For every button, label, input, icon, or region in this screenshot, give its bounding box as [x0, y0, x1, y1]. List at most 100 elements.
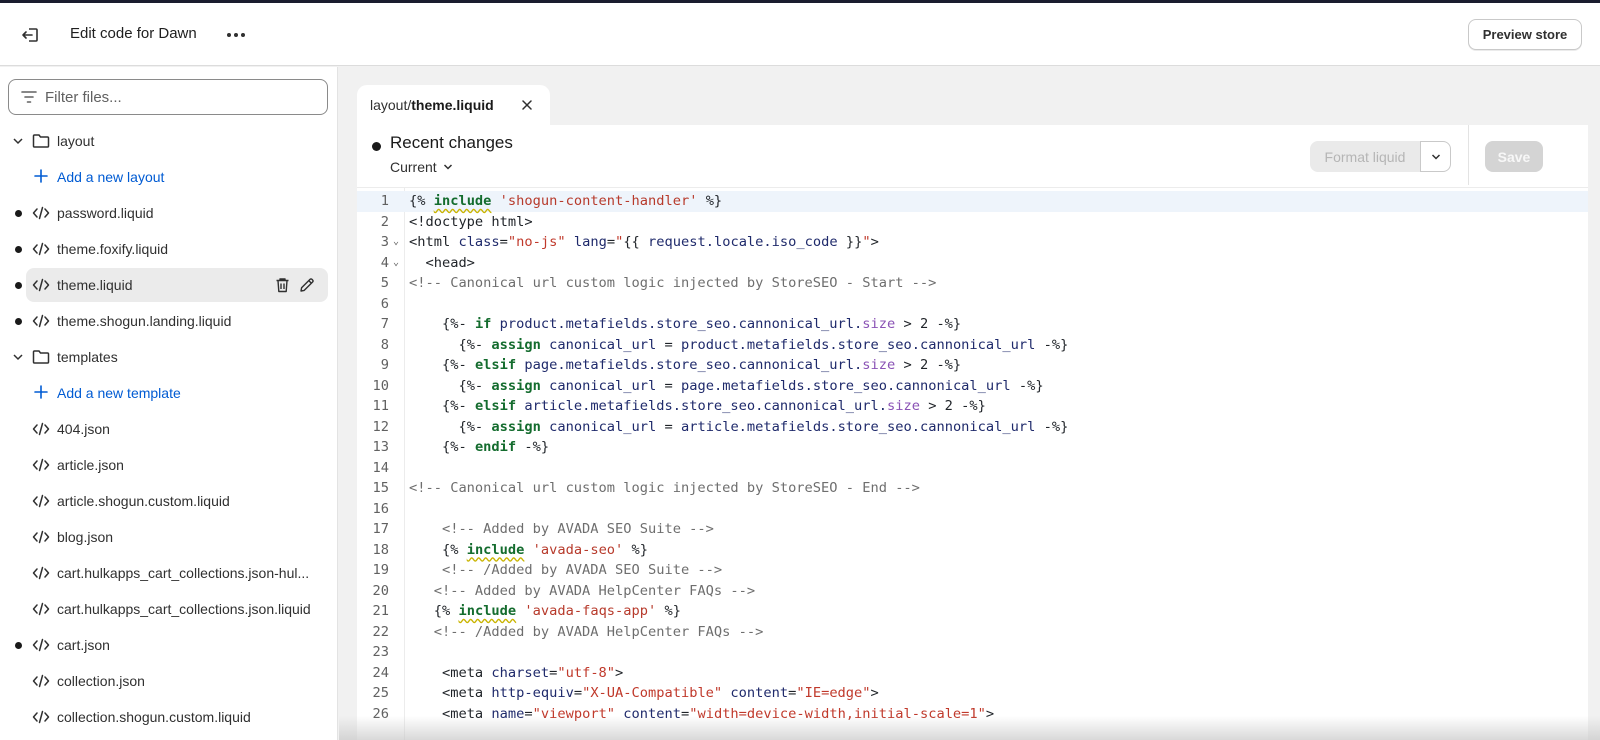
close-tab-button[interactable] — [519, 97, 535, 113]
tab-path-folder: layout/ — [370, 97, 412, 113]
add-new-template-link[interactable]: Add a new template — [0, 375, 337, 411]
line-number: 20 — [372, 582, 389, 599]
header-bar: Edit code for Dawn Preview store — [0, 3, 1600, 66]
exit-icon — [22, 28, 38, 42]
code-line: 24 <meta charset="utf-8"> — [357, 663, 1588, 684]
exit-button[interactable] — [14, 20, 46, 50]
sidebar-item-label: cart.hulkapps_cart_collections.json.liqu… — [57, 601, 311, 617]
unsaved-indicator — [372, 142, 381, 151]
chevron-down-icon — [1431, 153, 1440, 160]
file-item[interactable]: cart.hulkapps_cart_collections.json.liqu… — [0, 591, 337, 627]
code-icon — [32, 206, 50, 220]
code-line: 22 <!-- /Added by AVADA HelpCenter FAQs … — [357, 622, 1588, 643]
delete-file-button[interactable] — [273, 276, 291, 294]
file-item[interactable]: cart.hulkapps_cart_collections.json-hul.… — [0, 555, 337, 591]
fold-chevron-icon[interactable]: ⌄ — [393, 253, 399, 274]
modified-indicator — [15, 282, 22, 289]
file-item[interactable]: collection.json — [0, 663, 337, 699]
code-line: 25 <meta http-equiv="X-UA-Compatible" co… — [357, 683, 1588, 704]
code-text: {% include 'shogun-content-handler' %} — [409, 193, 723, 209]
code-text: <meta charset="utf-8"> — [441, 664, 624, 681]
code-icon — [32, 494, 50, 508]
code-icon — [32, 638, 50, 652]
editor-panel: Recent changes Current Format liquid Sav… — [357, 125, 1588, 740]
code-text: <!-- Canonical url custom logic injected… — [409, 275, 937, 291]
fold-chevron-icon[interactable]: ⌄ — [393, 232, 399, 253]
filter-files-field[interactable] — [8, 79, 328, 115]
format-liquid-button[interactable]: Format liquid — [1310, 141, 1420, 172]
version-selector[interactable]: Current — [390, 159, 453, 175]
code-line: 15 <!-- Canonical url custom logic inject… — [357, 478, 1588, 499]
folder-icon — [32, 134, 50, 148]
code-line: 6 — [357, 294, 1588, 315]
folder-templates[interactable]: templates — [0, 339, 337, 375]
code-line: 14 — [357, 458, 1588, 479]
more-actions-button[interactable] — [222, 21, 250, 49]
format-options-button[interactable] — [1420, 141, 1451, 172]
sidebar-item-label: cart.json — [57, 637, 110, 653]
sidebar-item-label: collection.shogun.custom.liquid — [57, 709, 251, 725]
file-sidebar: layout Add a new layout password.liquid … — [0, 67, 338, 740]
code-line: 1 {% include 'shogun-content-handler' %} — [357, 191, 1588, 212]
code-icon — [32, 422, 50, 436]
editor-area: layout/theme.liquid Recent changes Curre… — [339, 67, 1600, 740]
file-item[interactable]: blog.json — [0, 519, 337, 555]
code-icon — [32, 674, 50, 688]
code-text: <!-- /Added by AVADA HelpCenter FAQs --> — [409, 623, 764, 640]
format-button-group: Format liquid — [1310, 141, 1451, 172]
line-number: 23 — [372, 644, 389, 660]
modified-indicator — [15, 246, 22, 253]
line-number: 16 — [372, 500, 389, 517]
sidebar-item-label: article.shogun.custom.liquid — [57, 493, 230, 509]
code-line: 2 <!doctype html> — [357, 212, 1588, 233]
file-item[interactable]: theme.foxify.liquid — [0, 231, 337, 267]
preview-store-button[interactable]: Preview store — [1468, 19, 1582, 50]
file-item[interactable]: 404.json — [0, 411, 337, 447]
file-item[interactable]: article.shogun.custom.liquid — [0, 483, 337, 519]
code-text: {%- elsif page.metafields.store_seo.cann… — [441, 357, 962, 373]
modified-indicator — [15, 210, 22, 217]
code-text: {%- assign canonical_url = product.metaf… — [458, 336, 1069, 353]
line-number: 21 — [372, 603, 389, 619]
sidebar-item-label: password.liquid — [57, 205, 154, 221]
code-line: 12 {%- assign canonical_url = article.me… — [357, 417, 1588, 438]
code-line: 18 {% include 'avada-seo' %} — [357, 540, 1588, 561]
code-line: 13 {%- endif -%} — [357, 437, 1588, 458]
code-icon — [32, 566, 50, 580]
code-icon — [32, 458, 50, 472]
file-item[interactable]: collection.shogun.custom.liquid — [0, 699, 337, 735]
code-text: {%- assign canonical_url = page.metafiel… — [458, 377, 1044, 394]
code-editor[interactable]: 1 {% include 'shogun-content-handler' %} … — [357, 187, 1588, 740]
line-number: 26 — [372, 705, 389, 722]
code-text: {%- if product.metafields.store_seo.cann… — [441, 316, 962, 332]
file-item[interactable]: cart.json — [0, 627, 337, 663]
save-button[interactable]: Save — [1485, 141, 1543, 172]
line-number: 7 — [380, 316, 389, 332]
line-number: 6 — [380, 295, 389, 312]
code-line: 9 {%- elsif page.metafields.store_seo.ca… — [357, 355, 1588, 376]
sidebar-item-label: collection.json — [57, 673, 145, 689]
line-number: 14 — [372, 459, 389, 476]
code-text: {% include 'avada-faqs-app' %} — [433, 603, 681, 619]
file-item[interactable]: article.json — [0, 447, 337, 483]
add-new-layout-link[interactable]: Add a new layout — [0, 159, 337, 195]
file-item[interactable]: theme.shogun.landing.liquid — [0, 303, 337, 339]
filter-icon — [21, 89, 37, 105]
filter-files-input[interactable] — [45, 88, 305, 106]
code-line: 10 {%- assign canonical_url = page.metaf… — [357, 376, 1588, 397]
code-line: 5 <!-- Canonical url custom logic injecte… — [357, 273, 1588, 294]
file-item[interactable]: password.liquid — [0, 195, 337, 231]
more-horizontal-icon — [227, 33, 245, 37]
line-number: 19 — [372, 562, 389, 578]
version-label: Current — [390, 159, 437, 175]
plus-icon — [34, 385, 48, 399]
line-number: 25 — [372, 685, 389, 701]
rename-file-button[interactable] — [298, 276, 316, 294]
line-number: 17 — [372, 521, 389, 537]
file-item-selected[interactable]: theme.liquid — [0, 267, 337, 303]
folder-layout[interactable]: layout — [0, 123, 337, 159]
code-text: <!-- Canonical url custom logic injected… — [409, 480, 920, 496]
plus-icon — [34, 169, 48, 183]
code-line: 16 — [357, 499, 1588, 520]
editor-tab[interactable]: layout/theme.liquid — [357, 85, 550, 125]
